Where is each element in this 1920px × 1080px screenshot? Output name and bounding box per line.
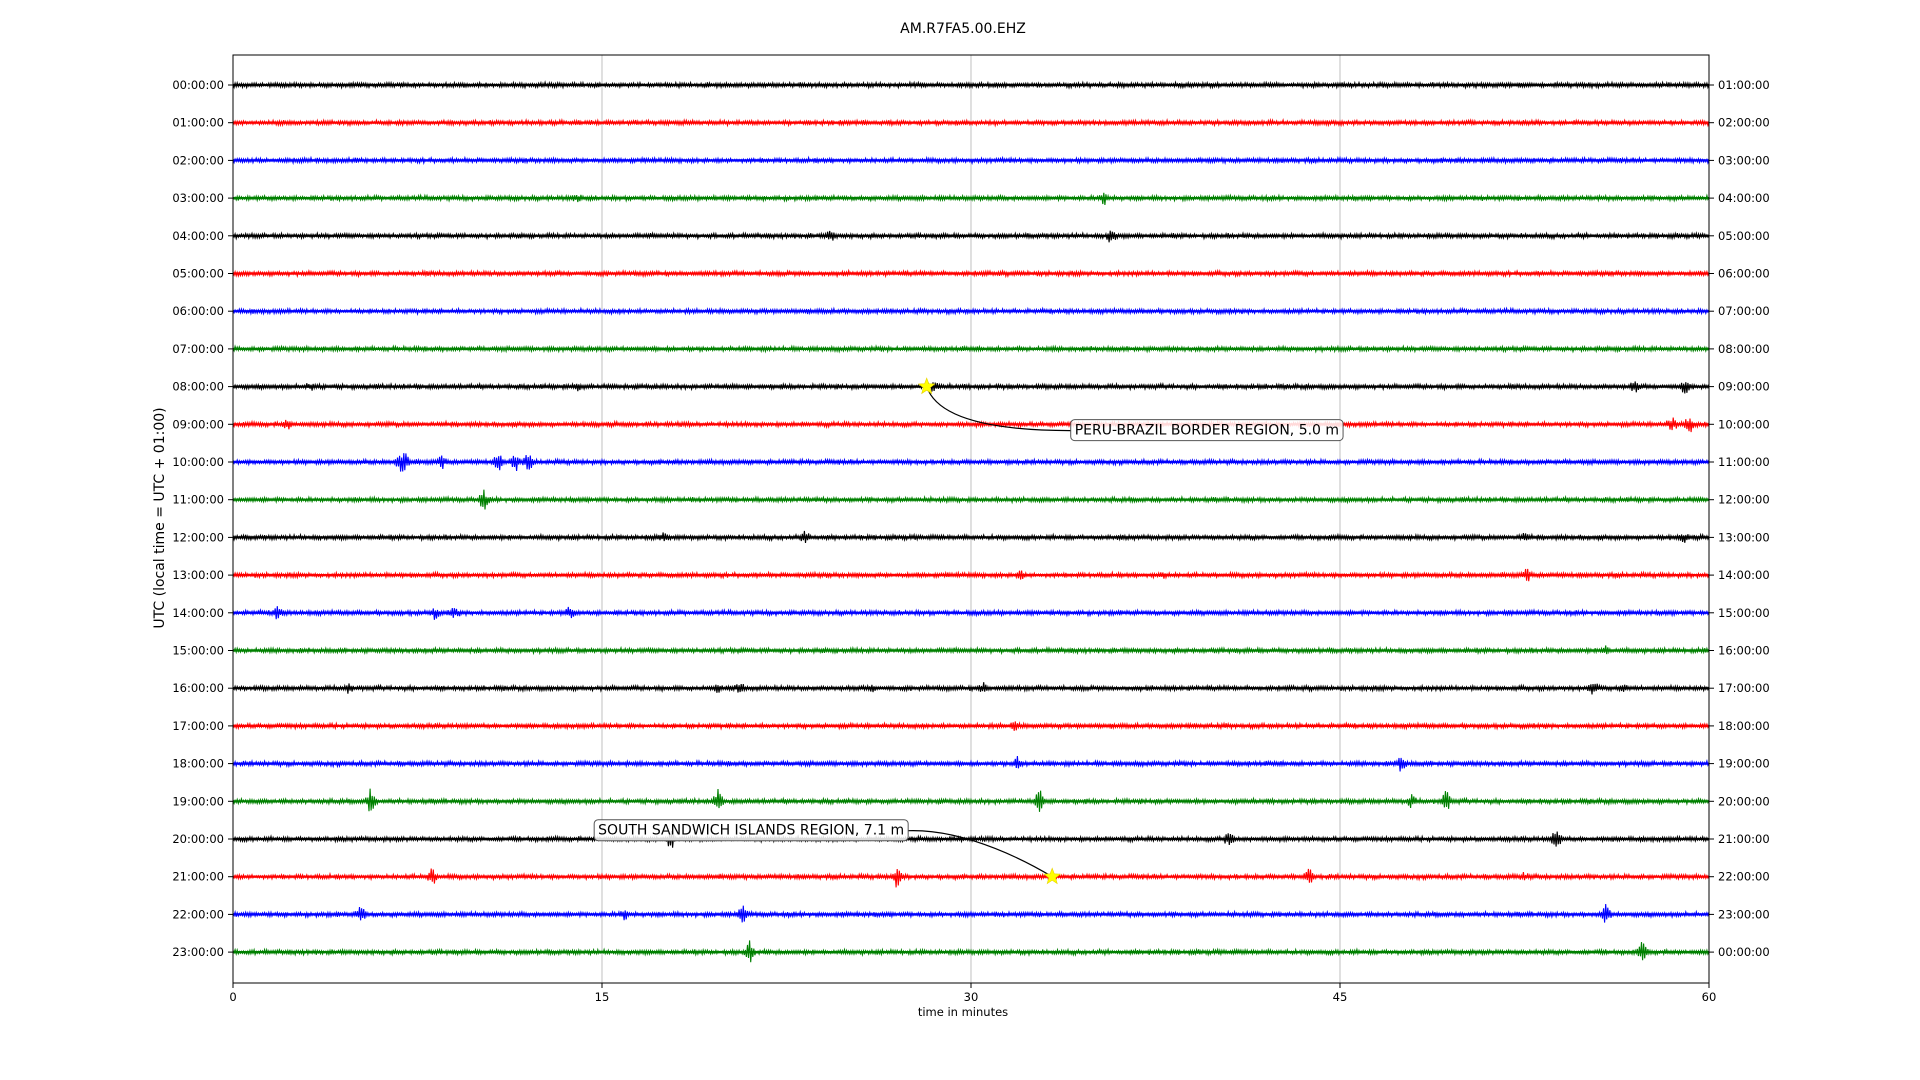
event-annotations: PERU-BRAZIL BORDER REGION, 5.0 m SOUTH SA… — [593, 377, 1344, 885]
seismogram-chart: AM.R7FA5.00.EHZ time in minutes UTC (loc… — [0, 0, 1920, 1080]
left-tick-label-16: 16:00:00 — [172, 681, 224, 695]
right-tick-label-7: 08:00:00 — [1718, 342, 1770, 356]
right-tick-label-5: 06:00:00 — [1718, 267, 1770, 281]
right-tick-label-18: 19:00:00 — [1718, 757, 1770, 771]
left-tick-label-7: 07:00:00 — [172, 342, 224, 356]
right-tick-label-4: 05:00:00 — [1718, 229, 1770, 243]
right-tick-label-0: 01:00:00 — [1718, 78, 1770, 92]
left-tick-label-19: 19:00:00 — [172, 794, 224, 808]
right-tick-label-10: 11:00:00 — [1718, 455, 1770, 469]
left-tick-label-22: 22:00:00 — [172, 907, 224, 921]
right-tick-label-1: 02:00:00 — [1718, 116, 1770, 130]
left-tick-label-0: 00:00:00 — [172, 78, 224, 92]
x-tick-label-3: 45 — [1333, 990, 1348, 1004]
y-axis-label: UTC (local time = UTC + 01:00) — [152, 407, 168, 628]
event-star-marker — [1043, 867, 1062, 885]
x-tick-label-2: 30 — [964, 990, 979, 1004]
left-tick-label-12: 12:00:00 — [172, 530, 224, 544]
right-tick-label-8: 09:00:00 — [1718, 380, 1770, 394]
right-tick-label-14: 15:00:00 — [1718, 606, 1770, 620]
left-tick-label-6: 06:00:00 — [172, 304, 224, 318]
x-tick-label-4: 60 — [1702, 990, 1717, 1004]
right-tick-label-22: 23:00:00 — [1718, 907, 1770, 921]
right-tick-label-16: 17:00:00 — [1718, 681, 1770, 695]
right-tick-label-9: 10:00:00 — [1718, 417, 1770, 431]
left-tick-label-11: 11:00:00 — [172, 493, 224, 507]
right-tick-label-21: 22:00:00 — [1718, 870, 1770, 884]
right-tick-label-20: 21:00:00 — [1718, 832, 1770, 846]
left-tick-label-3: 03:00:00 — [172, 191, 224, 205]
right-tick-label-12: 13:00:00 — [1718, 530, 1770, 544]
annotation-label: SOUTH SANDWICH ISLANDS REGION, 7.1 m — [598, 823, 904, 839]
left-tick-label-1: 01:00:00 — [172, 116, 224, 130]
left-tick-label-13: 13:00:00 — [172, 568, 224, 582]
left-tick-label-23: 23:00:00 — [172, 945, 224, 959]
left-tick-label-15: 15:00:00 — [172, 644, 224, 658]
annotation-label: PERU-BRAZIL BORDER REGION, 5.0 m — [1075, 423, 1339, 439]
x-axis-label: time in minutes — [918, 1005, 1008, 1019]
right-tick-label-23: 00:00:00 — [1718, 945, 1770, 959]
left-tick-label-18: 18:00:00 — [172, 757, 224, 771]
left-tick-label-14: 14:00:00 — [172, 606, 224, 620]
left-tick-label-21: 21:00:00 — [172, 870, 224, 884]
x-tick-label-0: 0 — [229, 990, 236, 1004]
right-tick-label-2: 03:00:00 — [1718, 153, 1770, 167]
left-tick-label-10: 10:00:00 — [172, 455, 224, 469]
right-tick-label-6: 07:00:00 — [1718, 304, 1770, 318]
left-tick-label-9: 09:00:00 — [172, 417, 224, 431]
right-tick-label-17: 18:00:00 — [1718, 719, 1770, 733]
left-tick-label-4: 04:00:00 — [172, 229, 224, 243]
left-tick-label-5: 05:00:00 — [172, 267, 224, 281]
left-tick-label-20: 20:00:00 — [172, 832, 224, 846]
right-tick-label-11: 12:00:00 — [1718, 493, 1770, 507]
right-tick-label-3: 04:00:00 — [1718, 191, 1770, 205]
left-tick-label-17: 17:00:00 — [172, 719, 224, 733]
right-tick-label-19: 20:00:00 — [1718, 794, 1770, 808]
left-tick-label-2: 02:00:00 — [172, 153, 224, 167]
x-tick-label-1: 15 — [595, 990, 610, 1004]
right-tick-label-15: 16:00:00 — [1718, 644, 1770, 658]
chart-title: AM.R7FA5.00.EHZ — [900, 21, 1026, 37]
seismogram-plot: AM.R7FA5.00.EHZ time in minutes UTC (loc… — [152, 21, 1770, 1019]
left-tick-label-8: 08:00:00 — [172, 380, 224, 394]
right-tick-label-13: 14:00:00 — [1718, 568, 1770, 582]
